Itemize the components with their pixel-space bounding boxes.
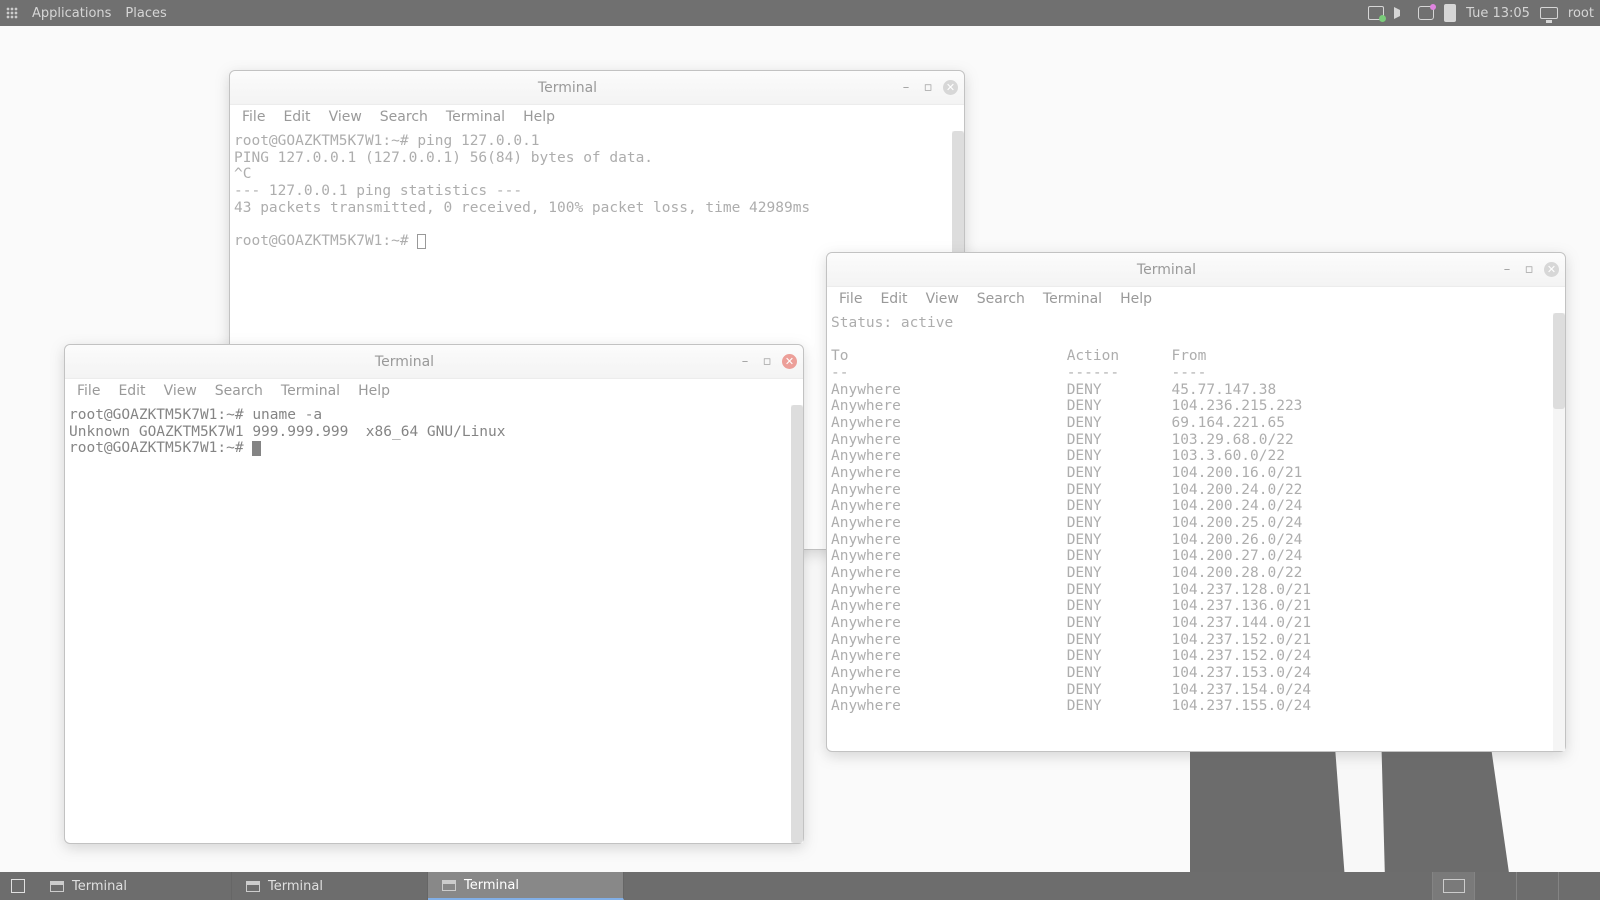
taskbar-item-terminal-1[interactable]: Terminal	[36, 872, 232, 900]
scrollbar-track[interactable]	[791, 405, 803, 843]
minimize-button[interactable]: –	[899, 81, 913, 95]
menu-search[interactable]: Search	[380, 109, 428, 125]
maximize-button[interactable]: ▫	[1522, 263, 1536, 277]
show-desktop-button[interactable]	[0, 872, 36, 900]
workspace-2[interactable]	[1474, 872, 1516, 900]
menubar: File Edit View Search Terminal Help	[827, 287, 1565, 313]
taskbar-item-label: Terminal	[268, 879, 323, 894]
taskbar-item-terminal-2[interactable]: Terminal	[232, 872, 428, 900]
terminal-icon	[50, 881, 64, 892]
minimize-button[interactable]: –	[738, 355, 752, 369]
menubar: File Edit View Search Terminal Help	[230, 105, 964, 131]
titlebar[interactable]: Terminal – ▫ ✕	[65, 345, 803, 379]
display-tray-icon[interactable]	[1540, 7, 1558, 19]
terminal-window-firewall[interactable]: Terminal – ▫ ✕ File Edit View Search Termina…	[826, 252, 1566, 752]
menubar: File Edit View Search Terminal Help	[65, 379, 803, 405]
terminal-output[interactable]: root@GOAZKTM5K7W1:~# uname -a Unknown GO…	[65, 405, 803, 843]
menu-file[interactable]: File	[77, 383, 100, 399]
taskbar-item-label: Terminal	[464, 878, 519, 893]
menu-view[interactable]: View	[329, 109, 362, 125]
workspace-switcher[interactable]	[1432, 872, 1600, 900]
volume-tray-icon[interactable]	[1394, 7, 1408, 19]
menu-view[interactable]: View	[164, 383, 197, 399]
menu-edit[interactable]: Edit	[283, 109, 310, 125]
close-button[interactable]: ✕	[782, 354, 797, 369]
menu-file[interactable]: File	[839, 291, 862, 307]
scrollbar-track[interactable]	[1553, 313, 1565, 751]
menu-search[interactable]: Search	[977, 291, 1025, 307]
terminal-window-uname[interactable]: Terminal – ▫ ✕ File Edit View Search Termina…	[64, 344, 804, 844]
minimize-button[interactable]: –	[1500, 263, 1514, 277]
window-title: Terminal	[236, 80, 899, 96]
desktop-icon	[11, 879, 25, 893]
menu-help[interactable]: Help	[523, 109, 555, 125]
window-title: Terminal	[71, 354, 738, 370]
menu-terminal[interactable]: Terminal	[281, 383, 340, 399]
titlebar[interactable]: Terminal – ▫ ✕	[230, 71, 964, 105]
scrollbar-thumb[interactable]	[791, 405, 803, 843]
taskbar-item-label: Terminal	[72, 879, 127, 894]
scrollbar-thumb[interactable]	[1553, 313, 1565, 409]
titlebar[interactable]: Terminal – ▫ ✕	[827, 253, 1565, 287]
terminal-output[interactable]: Status: active To Action From -- ------ …	[827, 313, 1565, 751]
menu-search[interactable]: Search	[215, 383, 263, 399]
close-button[interactable]: ✕	[1544, 262, 1559, 277]
terminal-icon	[246, 881, 260, 892]
apps-grid-icon[interactable]	[6, 7, 18, 19]
workspace-1[interactable]	[1432, 872, 1474, 900]
workspace-3[interactable]	[1516, 872, 1558, 900]
maximize-button[interactable]: ▫	[760, 355, 774, 369]
places-menu[interactable]: Places	[125, 6, 166, 21]
applications-menu[interactable]: Applications	[32, 6, 111, 21]
menu-help[interactable]: Help	[1120, 291, 1152, 307]
menu-file[interactable]: File	[242, 109, 265, 125]
user-menu[interactable]: root	[1568, 6, 1594, 21]
updates-tray-icon[interactable]	[1368, 6, 1384, 20]
window-title: Terminal	[833, 262, 1500, 278]
menu-edit[interactable]: Edit	[880, 291, 907, 307]
menu-terminal[interactable]: Terminal	[446, 109, 505, 125]
menu-edit[interactable]: Edit	[118, 383, 145, 399]
taskbar-item-terminal-3[interactable]: Terminal	[428, 872, 624, 900]
menu-help[interactable]: Help	[358, 383, 390, 399]
close-button[interactable]: ✕	[943, 80, 958, 95]
menu-terminal[interactable]: Terminal	[1043, 291, 1102, 307]
workspace-4[interactable]	[1558, 872, 1600, 900]
menu-view[interactable]: View	[926, 291, 959, 307]
top-panel: Applications Places Tue 13:05 root	[0, 0, 1600, 26]
terminal-icon	[442, 880, 456, 891]
battery-tray-icon[interactable]	[1444, 4, 1456, 22]
maximize-button[interactable]: ▫	[921, 81, 935, 95]
clock[interactable]: Tue 13:05	[1466, 6, 1530, 21]
network-tray-icon[interactable]	[1418, 6, 1434, 20]
bottom-panel: Terminal Terminal Terminal	[0, 872, 1600, 900]
